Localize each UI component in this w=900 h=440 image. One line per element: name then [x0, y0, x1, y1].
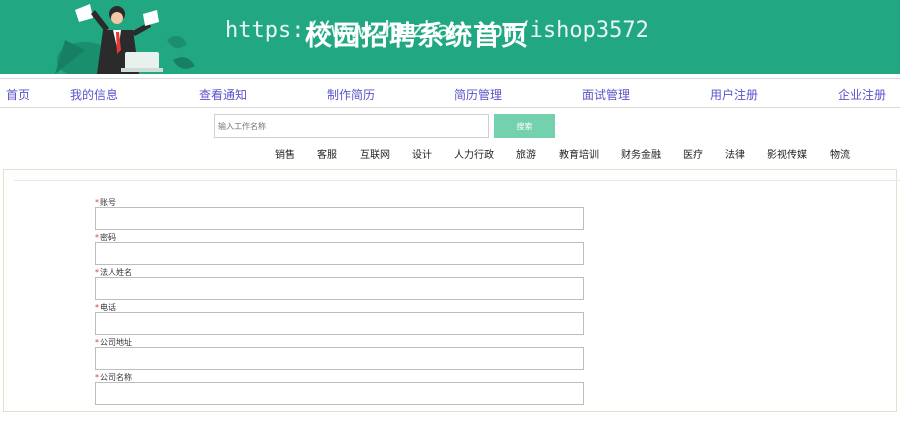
nav-item-make-resume[interactable]: 制作简历 [327, 86, 375, 103]
category-hr-admin[interactable]: 人力行政 [454, 146, 494, 161]
required-mark: * [95, 303, 99, 312]
nav-item-home[interactable]: 首页 [6, 86, 30, 103]
category-sales[interactable]: 销售 [275, 146, 295, 161]
required-mark: * [95, 233, 99, 242]
nav-item-my-info[interactable]: 我的信息 [70, 86, 118, 103]
account-field[interactable] [95, 207, 584, 230]
category-internet[interactable]: 互联网 [360, 146, 390, 161]
job-search-input[interactable] [214, 114, 489, 138]
nav-item-company-register[interactable]: 企业注册 [838, 86, 886, 103]
category-travel[interactable]: 旅游 [516, 146, 536, 161]
category-law[interactable]: 法律 [725, 146, 745, 161]
category-education[interactable]: 教育培训 [559, 146, 599, 161]
required-mark: * [95, 198, 99, 207]
required-mark: * [95, 338, 99, 347]
header-banner: 校园招聘系统首页 https://www.huzhan.com/ishop357… [0, 0, 900, 74]
category-design[interactable]: 设计 [412, 146, 432, 161]
company-address-field[interactable] [95, 347, 584, 370]
nav-item-notices[interactable]: 查看通知 [199, 86, 247, 103]
phone-field[interactable] [95, 312, 584, 335]
legal-name-field[interactable] [95, 277, 584, 300]
password-field[interactable] [95, 242, 584, 265]
form-divider [14, 180, 900, 181]
nav-item-user-register[interactable]: 用户注册 [710, 86, 758, 103]
category-media[interactable]: 影视传媒 [767, 146, 807, 161]
category-logistics[interactable]: 物流 [830, 146, 850, 161]
category-finance[interactable]: 财务金融 [621, 146, 661, 161]
required-mark: * [95, 268, 99, 277]
category-customer-service[interactable]: 客服 [317, 146, 337, 161]
businessman-illustration [55, 4, 195, 74]
required-mark: * [95, 373, 99, 382]
nav-item-interview-manage[interactable]: 面试管理 [582, 86, 630, 103]
main-nav: 首页 我的信息 查看通知 制作简历 简历管理 面试管理 用户注册 企业注册 [0, 78, 900, 108]
watermark-text: https://www.huzhan.com/ishop3572 [225, 18, 649, 43]
company-name-field[interactable] [95, 382, 584, 405]
search-button[interactable]: 搜索 [494, 114, 555, 138]
nav-item-resume-manage[interactable]: 简历管理 [454, 86, 502, 103]
category-medical[interactable]: 医疗 [683, 146, 703, 161]
